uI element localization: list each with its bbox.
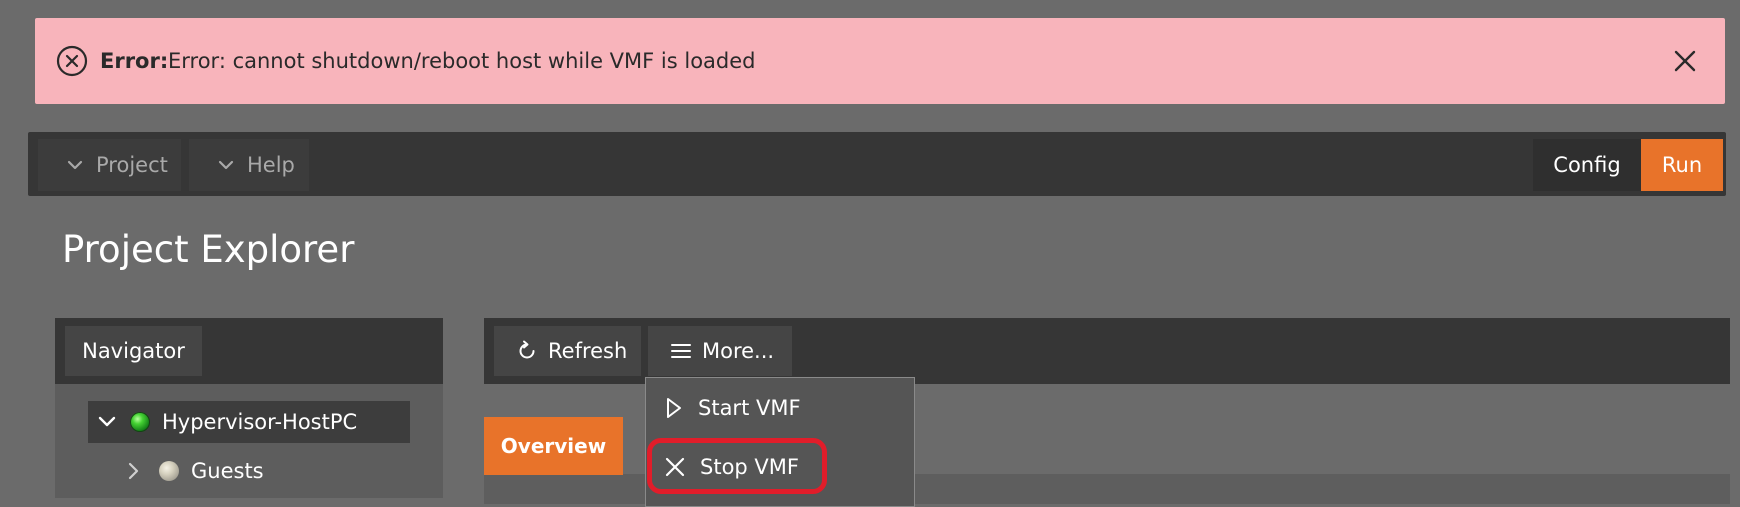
close-icon[interactable] xyxy=(1669,45,1701,77)
top-menu-bar: Project Help Config Run xyxy=(28,132,1726,196)
main-toolbar: Refresh More... xyxy=(484,318,1730,384)
chevron-down-icon[interactable] xyxy=(96,411,118,433)
refresh-label: Refresh xyxy=(548,339,628,363)
status-online-icon xyxy=(130,412,150,432)
tab-overview[interactable]: Overview xyxy=(484,417,623,475)
error-alert: Error: Error: cannot shutdown/reboot hos… xyxy=(35,18,1725,104)
chevron-right-icon[interactable] xyxy=(123,460,145,482)
tree-item-label: Hypervisor-HostPC xyxy=(162,410,358,434)
more-button[interactable]: More... xyxy=(648,326,792,376)
refresh-button[interactable]: Refresh xyxy=(494,326,641,376)
menu-icon xyxy=(671,344,691,358)
project-menu-button[interactable]: Project xyxy=(38,139,181,191)
config-button[interactable]: Config xyxy=(1533,139,1641,191)
menu-item-stop-vmf[interactable]: Stop VMF xyxy=(664,455,799,479)
menu-item-start-vmf[interactable]: Start VMF xyxy=(664,396,801,420)
alert-message: Error: cannot shutdown/reboot host while… xyxy=(168,49,756,73)
page-title: Project Explorer xyxy=(62,228,355,271)
menu-item-label: Stop VMF xyxy=(700,455,799,479)
play-outline-icon xyxy=(667,398,681,418)
more-label: More... xyxy=(702,339,775,363)
chevron-down-icon xyxy=(67,160,83,170)
navigator-header: Navigator xyxy=(55,318,443,384)
navigator-tab[interactable]: Navigator xyxy=(65,326,202,376)
more-dropdown-menu: Start VMF Stop VMF xyxy=(645,377,915,507)
project-menu-label: Project xyxy=(96,153,168,177)
help-menu-label: Help xyxy=(247,153,295,177)
tree-item-hypervisor-hostpc[interactable]: Hypervisor-HostPC xyxy=(88,401,410,443)
tree-item-guests[interactable]: Guests xyxy=(123,451,264,491)
chevron-down-icon xyxy=(218,160,234,170)
tree-item-label: Guests xyxy=(191,459,264,483)
alert-title: Error: xyxy=(100,49,169,73)
status-neutral-icon xyxy=(159,461,179,481)
x-icon xyxy=(665,457,685,477)
navigator-panel: Navigator Hypervisor-HostPC Guests xyxy=(55,318,443,498)
run-button[interactable]: Run xyxy=(1641,139,1723,191)
help-menu-button[interactable]: Help xyxy=(189,139,309,191)
refresh-icon xyxy=(519,340,535,359)
menu-item-label: Start VMF xyxy=(698,396,801,420)
error-circle-icon xyxy=(56,45,88,77)
